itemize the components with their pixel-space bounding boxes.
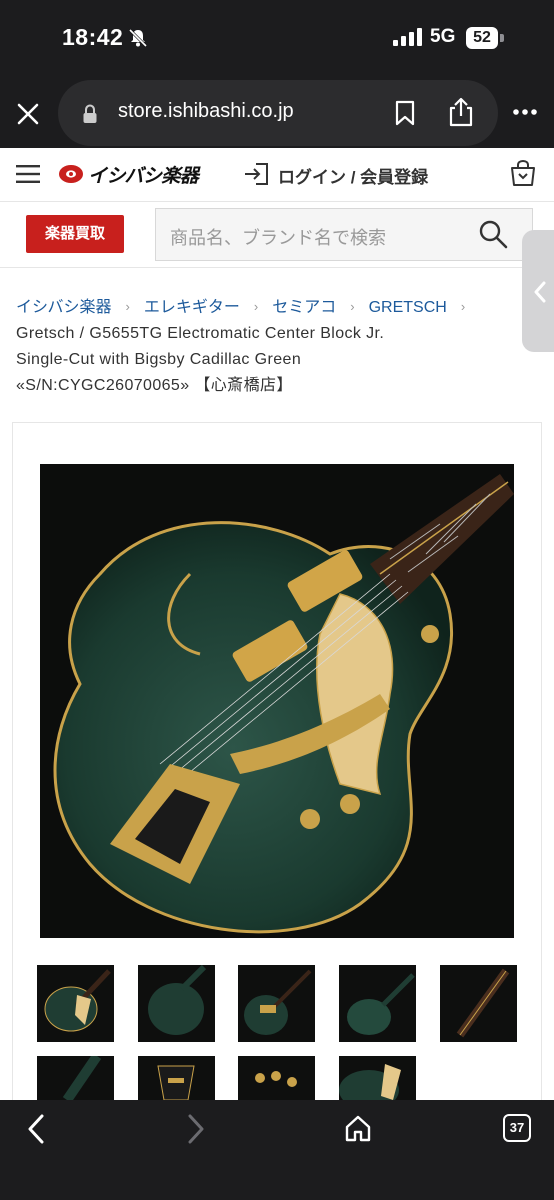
thumbnail-guitar-back bbox=[148, 965, 207, 1035]
product-title-line: Single-Cut with Bigsby Cadillac Green bbox=[16, 351, 302, 368]
search-icon[interactable] bbox=[478, 219, 508, 249]
close-icon[interactable] bbox=[14, 100, 42, 128]
thumbnail-guitar-side bbox=[347, 973, 415, 1035]
buy-instrument-button[interactable]: 楽器買取 bbox=[26, 215, 124, 253]
site-logo-text[interactable]: イシバシ楽器 bbox=[88, 161, 199, 188]
tabs-button[interactable]: 37 bbox=[503, 1114, 531, 1142]
breadcrumb-separator-icon: › bbox=[125, 299, 130, 314]
cart-icon[interactable] bbox=[510, 159, 536, 187]
bookmark-icon[interactable] bbox=[394, 100, 416, 126]
thumbnail-image[interactable] bbox=[37, 965, 114, 1042]
thumbnail-image[interactable] bbox=[339, 1056, 416, 1100]
guitar-illustration bbox=[53, 474, 514, 934]
breadcrumb-separator-icon: › bbox=[350, 299, 355, 314]
breadcrumb-item[interactable]: イシバシ楽器 bbox=[16, 293, 112, 317]
thumbnail-guitar-angle bbox=[244, 969, 312, 1035]
network-type: 5G bbox=[430, 26, 456, 47]
thumbnail-tuners bbox=[255, 1071, 297, 1087]
back-icon[interactable] bbox=[26, 1114, 46, 1144]
breadcrumb-separator-icon: › bbox=[253, 299, 259, 314]
thumbnail-image[interactable] bbox=[138, 1056, 215, 1100]
breadcrumb: イシバシ楽器 › エレキギター › セミアコ › GRETSCH › bbox=[16, 293, 536, 317]
search-placeholder: 商品名、ブランド名で検索 bbox=[170, 228, 386, 248]
search-input[interactable]: 商品名、ブランド名で検索 bbox=[155, 208, 533, 261]
thumbnail-image[interactable] bbox=[138, 965, 215, 1042]
hamburger-menu-icon[interactable] bbox=[16, 165, 40, 183]
silent-bell-icon bbox=[128, 28, 148, 48]
breadcrumb-item[interactable]: GRETSCH bbox=[369, 299, 447, 317]
product-title: Gretsch / G5655TG Electromatic Center Bl… bbox=[16, 321, 516, 399]
thumbnail-guitar-neck bbox=[456, 968, 510, 1038]
browser-toolbar: 37 bbox=[0, 1100, 554, 1200]
header-divider bbox=[0, 267, 554, 268]
breadcrumb-item[interactable]: セミアコ bbox=[272, 293, 336, 317]
login-icon[interactable] bbox=[244, 162, 270, 186]
login-link[interactable]: ログイン / 会員登録 bbox=[278, 163, 428, 188]
breadcrumb-separator-icon: › bbox=[460, 299, 466, 314]
product-title-line: Gretsch / G5655TG Electromatic Center Bl… bbox=[16, 325, 385, 342]
thumbnail-pickguard bbox=[339, 1064, 401, 1100]
thumbnail-image[interactable] bbox=[37, 1056, 114, 1100]
share-icon[interactable] bbox=[448, 97, 474, 127]
browser-url-bar: store.ishibashi.co.jp bbox=[0, 78, 554, 148]
status-time: 18:42 bbox=[62, 24, 124, 50]
signal-icon bbox=[393, 28, 422, 46]
thumbnail-guitar-edge bbox=[62, 1056, 102, 1100]
web-page: イシバシ楽器 ログイン / 会員登録 楽器買取 商品名、ブランド名で検索 イシバ… bbox=[0, 148, 554, 1100]
breadcrumb-item[interactable]: エレキギター bbox=[144, 293, 240, 317]
product-main-image[interactable] bbox=[40, 464, 514, 938]
thumbnail-image[interactable] bbox=[238, 1056, 315, 1100]
thumbnail-image[interactable] bbox=[238, 965, 315, 1042]
status-bar: 18:42 5G 52 bbox=[0, 0, 554, 78]
home-icon[interactable] bbox=[344, 1114, 372, 1142]
forward-icon[interactable] bbox=[186, 1114, 206, 1144]
product-title-line: «S/N:CYGC26070065» 【心斎橋店】 bbox=[16, 377, 293, 394]
battery-level: 52 bbox=[466, 27, 498, 49]
lock-icon bbox=[83, 104, 97, 123]
site-header: イシバシ楽器 ログイン / 会員登録 bbox=[0, 148, 554, 202]
more-icon[interactable] bbox=[512, 108, 538, 116]
ishibashi-logo-icon[interactable] bbox=[58, 164, 84, 184]
thumbnail-headstock bbox=[157, 1065, 195, 1100]
thumbnail-guitar-front bbox=[44, 969, 111, 1032]
battery-cap bbox=[500, 34, 504, 42]
url-text[interactable]: store.ishibashi.co.jp bbox=[118, 100, 294, 123]
thumbnail-image[interactable] bbox=[440, 965, 517, 1042]
thumbnail-image[interactable] bbox=[339, 965, 416, 1042]
